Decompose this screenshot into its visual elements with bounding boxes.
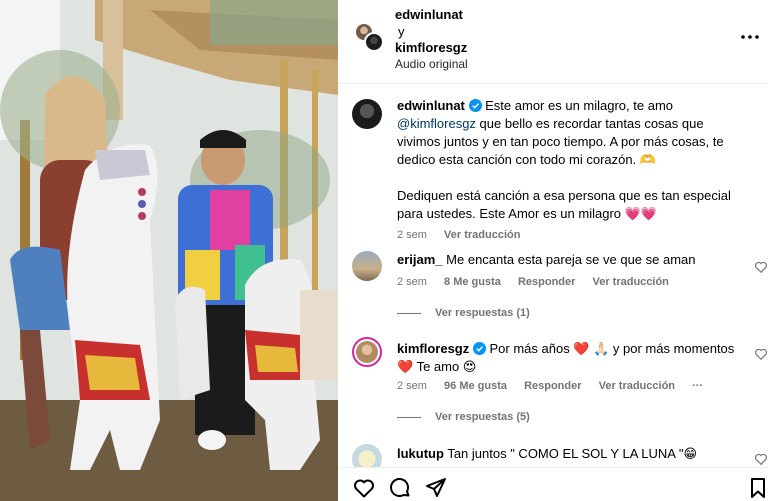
comments-list[interactable]: edwinlunat Este amor es un milagro, te a… — [338, 85, 768, 467]
caption-username[interactable]: edwinlunat — [397, 98, 465, 113]
caption-meta: 2 sem Ver traducción — [397, 229, 534, 241]
avatar[interactable] — [364, 32, 384, 52]
comment-text: kimfloresgz Por más años ❤️ 🙏🏻 y por más… — [397, 340, 747, 376]
caption-text: edwinlunat Este amor es un milagro, te a… — [397, 97, 747, 223]
post-details-panel: edwinlunat y kimfloresgz Audio original … — [338, 0, 768, 501]
like-comment-heart-icon[interactable] — [754, 347, 768, 361]
more-options-icon[interactable] — [738, 28, 762, 46]
heart-icon[interactable] — [352, 476, 376, 500]
carousel-photo-illustration — [0, 0, 338, 501]
reply-button[interactable]: Responder — [518, 276, 575, 288]
comment-likes[interactable]: 8 Me gusta — [444, 276, 501, 288]
author-username[interactable]: edwinlunat — [395, 7, 463, 22]
post-photo — [0, 0, 338, 501]
avatar[interactable] — [352, 337, 382, 367]
comment-username[interactable]: lukutup — [397, 446, 444, 461]
post-header: edwinlunat y kimfloresgz Audio original — [338, 0, 768, 84]
translate-link[interactable]: Ver traducción — [444, 229, 520, 241]
caption-mention[interactable]: @kimfloresgz — [397, 116, 476, 131]
comment-meta: 2 sem 96 Me gusta Responder Ver traducci… — [397, 380, 717, 392]
avatar[interactable] — [352, 251, 382, 281]
caption-text-part1: Este amor es un milagro, te amo — [485, 98, 673, 113]
comment-icon[interactable] — [388, 476, 412, 500]
comment-options-button[interactable]: ··· — [692, 380, 703, 392]
verified-badge-icon — [468, 99, 482, 112]
verified-badge-icon — [472, 342, 486, 355]
comment-body: Me encanta esta pareja se ve que se aman — [446, 252, 696, 267]
like-comment-heart-icon[interactable] — [754, 452, 768, 466]
like-comment-heart-icon[interactable] — [754, 260, 768, 274]
comment-time[interactable]: 2 sem — [397, 380, 427, 392]
comment-likes[interactable]: 96 Me gusta — [444, 380, 507, 392]
comment-text: lukutup Tan juntos " COMO EL SOL Y LA LU… — [397, 445, 747, 463]
comment-time[interactable]: 2 sem — [397, 276, 427, 288]
collaborator-username[interactable]: kimfloresgz — [395, 40, 467, 55]
caption-text-part3: Dediquen está canción a esa persona que … — [397, 188, 731, 221]
avatar[interactable] — [352, 444, 382, 467]
bookmark-icon[interactable] — [746, 476, 768, 500]
comment-text: erijam_ Me encanta esta pareja se ve que… — [397, 251, 747, 269]
collab-avatars[interactable] — [354, 22, 384, 52]
audio-link[interactable]: Audio original — [395, 57, 468, 71]
comment-username[interactable]: erijam_ — [397, 252, 443, 267]
view-replies-button[interactable]: Ver respuestas (1) — [397, 307, 530, 319]
view-replies-button[interactable]: Ver respuestas (5) — [397, 411, 530, 423]
translate-link[interactable]: Ver traducción — [592, 276, 668, 288]
collab-conjunction: y — [398, 24, 405, 39]
avatar[interactable] — [352, 99, 382, 129]
send-icon[interactable] — [424, 476, 448, 500]
comment-body: Tan juntos " COMO EL SOL Y LA LUNA "😁 — [447, 446, 698, 461]
translate-link[interactable]: Ver traducción — [599, 380, 675, 392]
comment-username[interactable]: kimfloresgz — [397, 341, 469, 356]
reply-button[interactable]: Responder — [524, 380, 581, 392]
caption-time[interactable]: 2 sem — [397, 229, 427, 241]
action-bar — [338, 467, 768, 501]
comment-meta: 2 sem 8 Me gusta Responder Ver traducció… — [397, 276, 683, 288]
